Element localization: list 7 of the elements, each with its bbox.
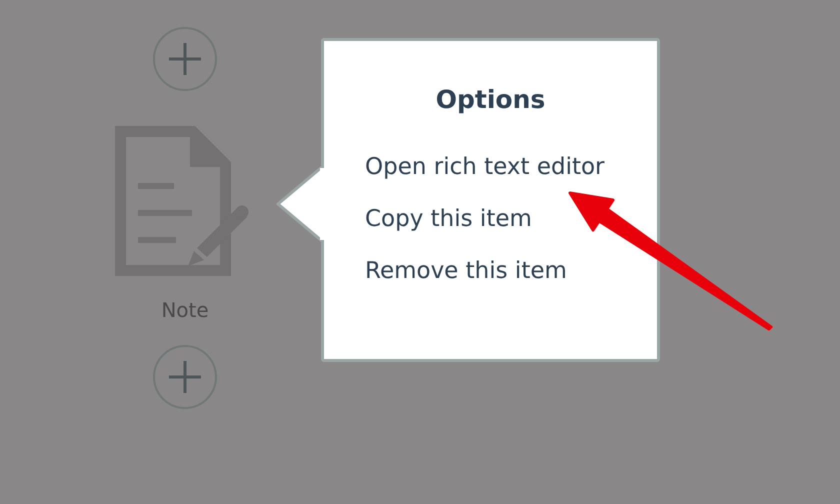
menu-item[interactable]: Copy this item xyxy=(365,193,657,245)
menu-item[interactable]: Remove this item xyxy=(365,245,657,297)
item-label: Note xyxy=(161,298,209,322)
add-icon[interactable] xyxy=(152,26,218,92)
add-icon[interactable] xyxy=(152,344,218,410)
menu-item[interactable]: Open rich text editor xyxy=(365,141,657,193)
popup-title: Options xyxy=(434,85,546,114)
